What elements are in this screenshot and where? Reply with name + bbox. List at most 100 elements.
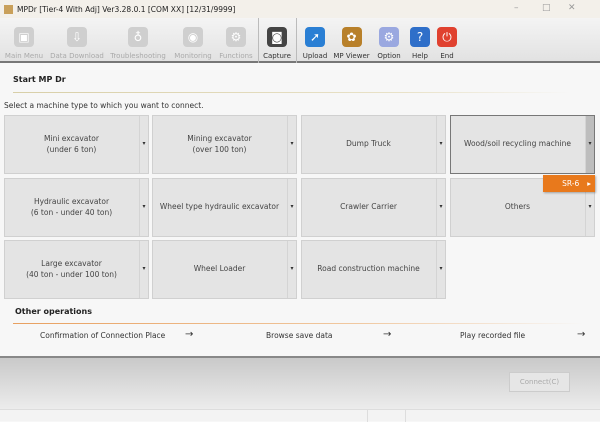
toolbar-button-end[interactable]: ⏻ End [435,20,459,60]
maximize-button[interactable]: □ [542,3,551,13]
toolbar-label: Troubleshooting [110,52,166,60]
toolbar-label: Monitoring [174,52,212,60]
toolbar-button-help[interactable]: ? Help [408,20,432,60]
machine-tile-crawler-carrier[interactable]: Crawler Carrier ▾ [301,178,446,237]
tile-title: Wood/soil recycling machine [463,139,571,149]
monitoring-icon: ◉ [183,27,203,47]
tile-title: Dump Truck [346,139,391,149]
dropdown-arrow-icon[interactable]: ▾ [287,179,296,236]
tile-title: Mining excavator [187,134,252,144]
toolbar-button-mp-viewer[interactable]: ✿ MP Viewer [333,20,370,60]
toolbar-button-troubleshooting[interactable]: ♁ Troubleshooting [108,20,168,60]
toolbar-button-capture[interactable]: ◙ Capture [261,20,293,60]
toolbar-label: Functions [219,52,253,60]
instruction-text: Select a machine type to which you want … [4,101,204,110]
toolbar-button-option[interactable]: ⚙ Option [374,20,404,60]
arrow-right-icon[interactable]: → [185,329,193,340]
dropdown-arrow-icon[interactable]: ▾ [436,116,445,173]
stethoscope-icon: ♁ [128,27,148,47]
submenu-sr-6[interactable]: SR-6 ▸ [543,175,595,192]
toolbar-button-main-menu[interactable]: ▣ Main Menu [0,20,48,60]
tile-label: Dump Truck [346,139,391,149]
toolbar-label: Help [412,52,428,60]
other-operations-heading: Other operations [15,307,92,316]
toolbar-label: MP Viewer [333,52,370,60]
app-icon [4,4,13,14]
tile-title: Large excavator [41,259,102,269]
title-bar: MPDr [Tier-4 With Adj] Ver3.28.0.1 [COM … [0,0,600,18]
dropdown-arrow-icon[interactable]: ▾ [139,241,148,298]
tile-label: Others [505,202,530,212]
connect-button[interactable]: Connect(C) [509,372,570,392]
toolbar-label: Data Download [50,52,104,60]
machine-tile-dump-truck[interactable]: Dump Truck ▾ [301,115,446,174]
tile-label: Crawler Carrier [340,202,397,212]
arrow-right-icon[interactable]: → [577,329,585,340]
status-bar [0,409,600,422]
toolbar-button-functions[interactable]: ⚙ Functions [217,20,255,60]
tile-label: Hydraulic excavator (6 ton - under 40 ton… [31,197,112,217]
dropdown-arrow-icon[interactable]: ▾ [287,116,296,173]
tile-subtitle: (40 ton - under 100 ton) [26,269,117,279]
link-confirmation-of-connection-place[interactable]: Confirmation of Connection Place [40,331,165,340]
main-menu-icon: ▣ [14,27,34,47]
functions-icon: ⚙ [226,27,246,47]
tile-title: Crawler Carrier [340,202,397,212]
link-play-recorded-file[interactable]: Play recorded file [460,331,525,340]
camera-icon: ◙ [267,27,287,47]
tile-title: Wheel type hydraulic excavator [159,202,280,212]
divider [13,92,570,93]
tile-label: Wood/soil recycling machine [464,139,571,149]
toolbar-separator [258,18,259,63]
machine-tile-wheel-loader[interactable]: Wheel Loader ▾ [152,240,297,299]
mp-viewer-icon: ✿ [341,27,362,47]
machine-tile-wood-soil-recycling-machine[interactable]: Wood/soil recycling machine ▾ [450,115,595,174]
close-button[interactable]: ✕ [568,3,576,13]
tile-label: Large excavator (40 ton - under 100 ton) [26,259,117,279]
toolbar-separator [296,18,297,63]
tile-label: Wheel type hydraulic excavator [160,202,279,212]
tile-subtitle: (over 100 ton) [192,144,247,154]
window-title: MPDr [Tier-4 With Adj] Ver3.28.0.1 [COM … [17,4,236,14]
machine-tile-wheel-type-hydraulic-excavator[interactable]: Wheel type hydraulic excavator ▾ [152,178,297,237]
toolbar-label: End [440,52,454,60]
toolbar-label: Upload [302,52,328,60]
tile-label: Road construction machine [317,264,419,274]
arrow-right-icon[interactable]: → [383,329,391,340]
minimize-button[interactable]: – [514,3,519,13]
machine-tile-large-excavator[interactable]: Large excavator (40 ton - under 100 ton) ▾ [4,240,149,299]
tile-label: Mini excavator (under 6 ton) [44,134,99,154]
toolbar-button-data-download[interactable]: ⇩ Data Download [50,20,104,60]
chevron-right-icon: ▸ [587,179,591,188]
divider [13,323,583,324]
link-browse-save-data[interactable]: Browse save data [266,331,333,340]
toolbar-label: Capture [263,52,291,60]
power-icon: ⏻ [437,27,457,47]
tile-title: Wheel Loader [193,264,246,274]
dropdown-arrow-icon[interactable]: ▾ [287,241,296,298]
data-download-icon: ⇩ [67,27,87,47]
tile-label: Mining excavator (over 100 ton) [187,134,251,154]
toolbar-button-upload[interactable]: ➚ Upload [301,20,329,60]
machine-tile-mining-excavator[interactable]: Mining excavator (over 100 ton) ▾ [152,115,297,174]
tile-title: Hydraulic excavator [33,197,110,207]
help-icon: ? [410,27,430,47]
dropdown-arrow-icon[interactable]: ▾ [585,116,594,173]
start-heading: Start MP Dr [13,75,66,84]
dropdown-arrow-icon[interactable]: ▾ [139,179,148,236]
tile-subtitle: (under 6 ton) [46,144,97,154]
tile-subtitle: (6 ton - under 40 ton) [30,207,113,217]
dropdown-arrow-icon[interactable]: ▾ [436,179,445,236]
toolbar-label: Main Menu [4,52,44,60]
toolbar: ▣ Main Menu ⇩ Data Download ♁ Troubleshooting… [0,18,600,63]
machine-tile-mini-excavator[interactable]: Mini excavator (under 6 ton) ▾ [4,115,149,174]
toolbar-button-monitoring[interactable]: ◉ Monitoring [172,20,214,60]
tile-label: Wheel Loader [194,264,246,274]
toolbar-label: Option [377,52,401,60]
dropdown-arrow-icon[interactable]: ▾ [436,241,445,298]
machine-tile-hydraulic-excavator[interactable]: Hydraulic excavator (6 ton - under 40 ton… [4,178,149,237]
submenu-item-label: SR-6 [562,179,580,188]
machine-tile-road-construction-machine[interactable]: Road construction machine ▾ [301,240,446,299]
tile-title: Road construction machine [317,264,420,274]
dropdown-arrow-icon[interactable]: ▾ [139,116,148,173]
